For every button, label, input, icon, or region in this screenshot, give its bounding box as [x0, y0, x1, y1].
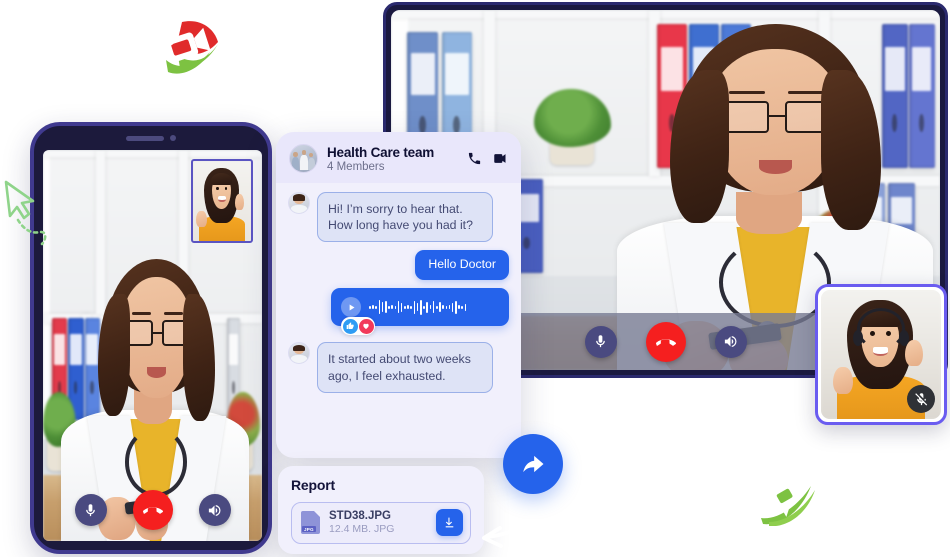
report-file-name: STD38.JPG	[329, 510, 391, 522]
mobile-video-feed	[43, 150, 262, 541]
thumbs-up-icon	[346, 322, 354, 330]
share-button[interactable]	[503, 434, 563, 494]
desktop-mute-button[interactable]	[584, 325, 617, 358]
chat-member-count: 4 Members	[327, 160, 385, 173]
play-icon	[349, 304, 354, 311]
pip-mic-muted-badge[interactable]	[907, 385, 935, 413]
speaker-icon	[208, 504, 221, 516]
end-call-icon	[142, 507, 163, 514]
video-camera-icon[interactable]	[493, 151, 508, 166]
team-avatar[interactable]	[289, 144, 318, 173]
mobile-end-call-button[interactable]	[132, 490, 173, 530]
voice-message[interactable]	[331, 288, 509, 336]
heart-icon	[363, 324, 369, 330]
chat-message-voice	[288, 288, 509, 336]
video-camera-sticker	[164, 21, 218, 74]
report-file-row[interactable]: JPG STD38.JPG 12.4 MB. JPG	[291, 502, 471, 544]
report-file-size: 12.4 MB. JPG	[329, 523, 395, 536]
message-bubble: Hi! I’m sorry to hear that. How long hav…	[317, 192, 493, 243]
phone-front-camera	[170, 135, 176, 141]
avatar	[288, 192, 310, 214]
phone-icon[interactable]	[467, 151, 482, 166]
chat-header: Health Care team 4 Members	[276, 132, 521, 183]
mobile-mute-button[interactable]	[74, 494, 107, 526]
mobile-self-view-thumbnail[interactable]	[191, 159, 253, 243]
chat-header-actions	[467, 151, 508, 166]
mobile-call-controls	[43, 479, 262, 541]
download-button[interactable]	[436, 509, 463, 537]
download-icon	[445, 517, 454, 528]
avatar	[288, 342, 310, 365]
thumbs-up-reaction[interactable]	[342, 318, 358, 334]
cursor-arrow-icon	[4, 180, 47, 246]
chat-message-incoming: Hi! I’m sorry to hear that. How long hav…	[288, 192, 509, 243]
file-type-tag: JPG	[302, 526, 316, 533]
message-bubble: Hello Doctor	[415, 250, 509, 281]
heart-reaction[interactable]	[358, 318, 374, 334]
pip-participant-panel[interactable]	[815, 284, 947, 425]
chat-message-list: Hi! I’m sorry to hear that. How long hav…	[276, 183, 521, 458]
message-reactions[interactable]	[341, 317, 375, 336]
message-bubble: It started about two weeks ago, I feel e…	[317, 342, 493, 393]
microphone-icon	[596, 335, 605, 348]
phone-speaker-grill	[126, 135, 164, 141]
report-card: Report JPG STD38.JPG 12.4 MB. JPG	[278, 466, 484, 554]
mobile-self-view-figure	[195, 166, 248, 241]
voice-play-button[interactable]	[341, 297, 361, 318]
chat-message-incoming: It started about two weeks ago, I feel e…	[288, 342, 509, 393]
share-arrow-icon	[523, 455, 544, 473]
phone-notch	[126, 135, 176, 141]
end-call-icon	[655, 338, 676, 346]
chat-message-outgoing: Hello Doctor	[288, 250, 509, 281]
mobile-video-call-device	[30, 122, 272, 554]
report-title: Report	[291, 477, 335, 493]
chat-panel: Health Care team 4 Members Hi! I’m sorry…	[276, 132, 521, 458]
jpg-file-icon: JPG	[301, 511, 320, 535]
report-file-meta: STD38.JPG 12.4 MB. JPG	[329, 509, 427, 537]
chat-title: Health Care team	[327, 144, 435, 160]
desktop-end-call-button[interactable]	[645, 321, 686, 362]
desktop-speaker-button[interactable]	[714, 325, 747, 358]
pip-video-feed	[821, 290, 941, 419]
voice-waveform	[369, 298, 467, 316]
share-direction-arrow	[482, 484, 557, 548]
mobile-speaker-button[interactable]	[198, 494, 231, 526]
chat-header-text: Health Care team 4 Members	[327, 145, 458, 173]
chat-bubble-sticker	[761, 481, 815, 526]
mic-muted-icon	[914, 392, 927, 405]
speaker-icon	[724, 336, 737, 347]
screenshot-stage: Health Care team 4 Members Hi! I’m sorry…	[0, 0, 950, 557]
microphone-icon	[86, 503, 95, 516]
